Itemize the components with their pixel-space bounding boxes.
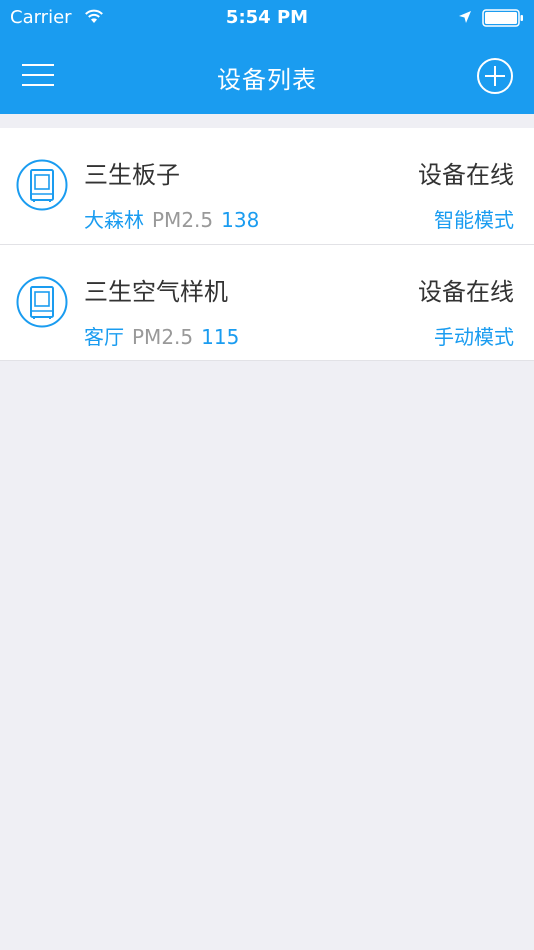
device-mode: 手动模式 <box>434 325 514 349</box>
device-name: 三生板子 <box>84 161 180 189</box>
status-time: 5:54 PM <box>225 7 309 28</box>
device-row[interactable]: 三生板子 设备在线 大森林 PM2.5 138 智能模式 <box>0 128 534 245</box>
device-location: 客厅 <box>84 325 124 349</box>
location-icon <box>459 11 471 23</box>
device-info: 客厅 PM2.5 115 <box>84 321 239 350</box>
device-location: 大森林 <box>84 208 144 232</box>
device-mode: 智能模式 <box>434 208 514 232</box>
add-circle-icon <box>477 58 513 94</box>
device-name: 三生空气样机 <box>84 278 228 306</box>
air-purifier-icon <box>16 159 68 211</box>
device-list: 三生板子 设备在线 大森林 PM2.5 138 智能模式 三生空气样机 设备在线 客… <box>0 128 534 361</box>
device-status: 设备在线 <box>418 278 514 306</box>
page-title: 设备列表 <box>217 66 317 94</box>
pm-label: PM2.5 <box>132 325 194 349</box>
device-info: 大森林 PM2.5 138 <box>84 204 259 233</box>
pm-value: 138 <box>221 208 260 232</box>
nav-bar: 设备列表 <box>0 38 534 114</box>
add-device-button[interactable] <box>476 57 514 95</box>
device-status: 设备在线 <box>418 161 514 189</box>
pm-label: PM2.5 <box>152 208 214 232</box>
header: Carrier 5:54 PM 设备列表 <box>0 0 534 114</box>
air-purifier-icon <box>16 276 68 328</box>
device-row[interactable]: 三生空气样机 设备在线 客厅 PM2.5 115 手动模式 <box>0 245 534 361</box>
battery-icon <box>482 9 523 27</box>
pm-value: 115 <box>201 325 240 349</box>
status-bar: Carrier 5:54 PM <box>0 0 534 38</box>
